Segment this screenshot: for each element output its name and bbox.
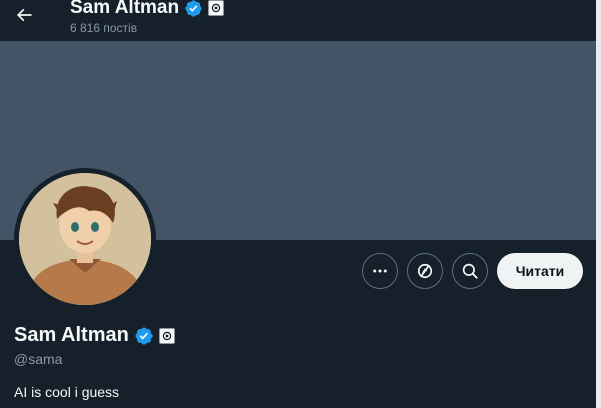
post-count: 6 816 постів bbox=[70, 21, 138, 35]
search-button[interactable] bbox=[452, 253, 488, 289]
back-button[interactable] bbox=[9, 0, 39, 30]
subscribe-button[interactable] bbox=[407, 253, 443, 289]
follow-button[interactable]: Читати bbox=[497, 253, 583, 289]
avatar[interactable] bbox=[14, 168, 156, 310]
affiliate-badge-icon[interactable] bbox=[208, 0, 225, 16]
profile-bio: AI is cool i guess bbox=[14, 384, 120, 400]
profile-actions: Читати bbox=[362, 253, 583, 289]
header-display-name: Sam Altman bbox=[70, 0, 180, 18]
top-bar: Sam Altman 6 816 постів bbox=[0, 0, 596, 41]
profile-handle: @sama bbox=[14, 351, 63, 367]
scrollbar[interactable] bbox=[596, 0, 601, 408]
header-title: Sam Altman bbox=[70, 0, 225, 20]
search-icon bbox=[462, 263, 478, 279]
subscribe-icon bbox=[417, 263, 433, 279]
more-button[interactable] bbox=[362, 253, 398, 289]
verified-badge-icon bbox=[185, 0, 202, 17]
back-arrow-icon bbox=[16, 8, 32, 22]
profile-display-name: Sam Altman bbox=[14, 324, 129, 346]
affiliate-badge-icon[interactable] bbox=[158, 327, 175, 344]
profile-name-row: Sam Altman bbox=[14, 324, 175, 347]
more-icon bbox=[373, 269, 387, 273]
verified-badge-icon[interactable] bbox=[134, 326, 154, 346]
avatar-image bbox=[19, 173, 151, 305]
